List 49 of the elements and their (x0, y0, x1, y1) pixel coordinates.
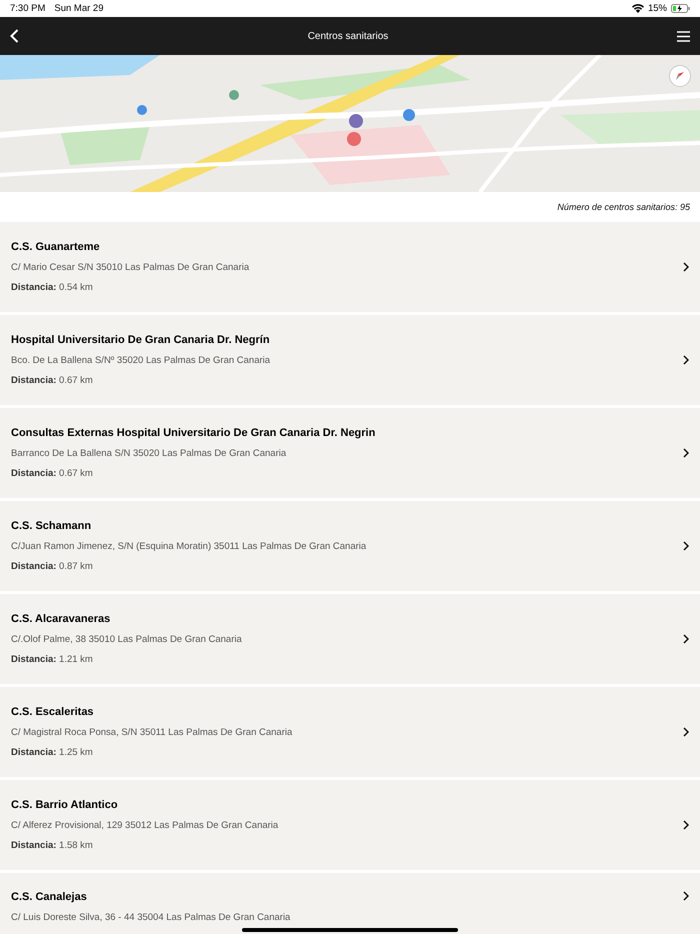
center-address: C/ Luis Doreste Silva, 36 - 44 35004 Las Palmas De Gran Canaria (11, 912, 290, 923)
status-date: Sun Mar 29 (54, 3, 104, 14)
menu-button[interactable] (677, 30, 690, 42)
center-distance: Distancia: 1.25 km (11, 747, 93, 758)
chevron-icon (683, 891, 689, 901)
center-list-item[interactable]: C.S. Barrio Atlantico C/ Alferez Provisional, 129 35012 Las Palmas De Gran Canaria Distancia: 1.58 km (0, 780, 700, 870)
chevron-icon (683, 448, 689, 458)
center-address: C/.Olof Palme, 38 35010 Las Palmas De Gran Canaria (11, 634, 242, 645)
battery-icon (671, 4, 690, 13)
center-address: C/ Mario Cesar S/N 35010 Las Palmas De Gran Canaria (11, 262, 250, 273)
chevron-icon (683, 262, 689, 272)
center-name: C.S. Alcaravaneras (11, 613, 110, 625)
center-distance: Distancia: 0.87 km (11, 561, 93, 572)
center-list-item[interactable]: C.S. Schamann C/Juan Ramon Jimenez, S/N (Esquina Moratin) 35011 Las Palmas De Gran Canaria Distancia: 0.87 km (0, 501, 700, 591)
center-name: C.S. Escaleritas (11, 706, 94, 718)
back-button[interactable] (10, 29, 19, 43)
center-address: Barranco De La Ballena S/N 35020 Las Palmas De Gran Canaria (11, 448, 286, 459)
center-list-item[interactable]: C.S. Canalejas C/ Luis Doreste Silva, 36 - 44 35004 Las Palmas De Gran Canaria (0, 873, 700, 934)
chevron-icon (683, 634, 689, 644)
center-name: C.S. Canalejas (11, 891, 87, 903)
center-name: Consultas Externas Hospital Universitario De Gran Canaria Dr. Negrin (11, 427, 376, 439)
center-list-item[interactable]: C.S. Alcaravaneras C/.Olof Palme, 38 35010 Las Palmas De Gran Canaria Distancia: 1.21 km (0, 594, 700, 684)
chevron-icon (683, 820, 689, 830)
center-distance: Distancia: 0.67 km (11, 375, 93, 386)
center-address: C/ Magistral Roca Ponsa, S/N 35011 Las Palmas De Gran Canaria (11, 727, 292, 738)
chevron-icon (683, 355, 689, 365)
battery-percent: 15% (648, 3, 667, 14)
center-name: C.S. Guanarteme (11, 241, 100, 253)
center-name: C.S. Schamann (11, 520, 92, 532)
center-address: Bco. De La Ballena S/Nº 35020 Las Palmas De Gran Canaria (11, 355, 270, 366)
center-name: Hospital Universitario De Gran Canaria Dr. Negrín (11, 334, 270, 346)
center-address: C/ Alferez Provisional, 129 35012 Las Palmas De Gran Canaria (11, 820, 278, 831)
compass-icon (675, 71, 685, 81)
screen-title: Centros sanitarios (308, 30, 388, 42)
center-list-item[interactable]: C.S. Guanarteme C/ Mario Cesar S/N 35010 Las Palmas De Gran Canaria Distancia: 0.54 km (0, 222, 700, 312)
center-distance: Distancia: 0.67 km (11, 468, 93, 479)
center-list-item[interactable]: Consultas Externas Hospital Universitario De Gran Canaria Dr. Negrin Barranco De La Ballena S/N 35020 Las Palmas De Gran Canaria Distancia: 0.67 km (0, 408, 700, 498)
center-list-item[interactable]: Hospital Universitario De Gran Canaria Dr. Negrín Bco. De La Ballena S/Nº 35020 Las Palmas De Gran Canaria Distancia: 0.67 km (0, 315, 700, 405)
status-time: 7:30 PM (10, 3, 46, 14)
center-name: C.S. Barrio Atlantico (11, 799, 118, 811)
chevron-icon (683, 541, 689, 551)
center-distance: Distancia: 1.21 km (11, 654, 93, 665)
center-distance: Distancia: 0.54 km (11, 282, 93, 293)
chevron-icon (683, 727, 689, 737)
wifi-icon (632, 4, 644, 13)
results-count: Número de centros sanitarios: 95 (557, 202, 690, 212)
center-distance: Distancia: 1.58 km (11, 840, 93, 851)
center-address: C/Juan Ramon Jimenez, S/N (Esquina Moratin) 35011 Las Palmas De Gran Canaria (11, 541, 366, 552)
center-list-item[interactable]: C.S. Escaleritas C/ Magistral Roca Ponsa, S/N 35011 Las Palmas De Gran Canaria Distancia: 1.25 km (0, 687, 700, 777)
